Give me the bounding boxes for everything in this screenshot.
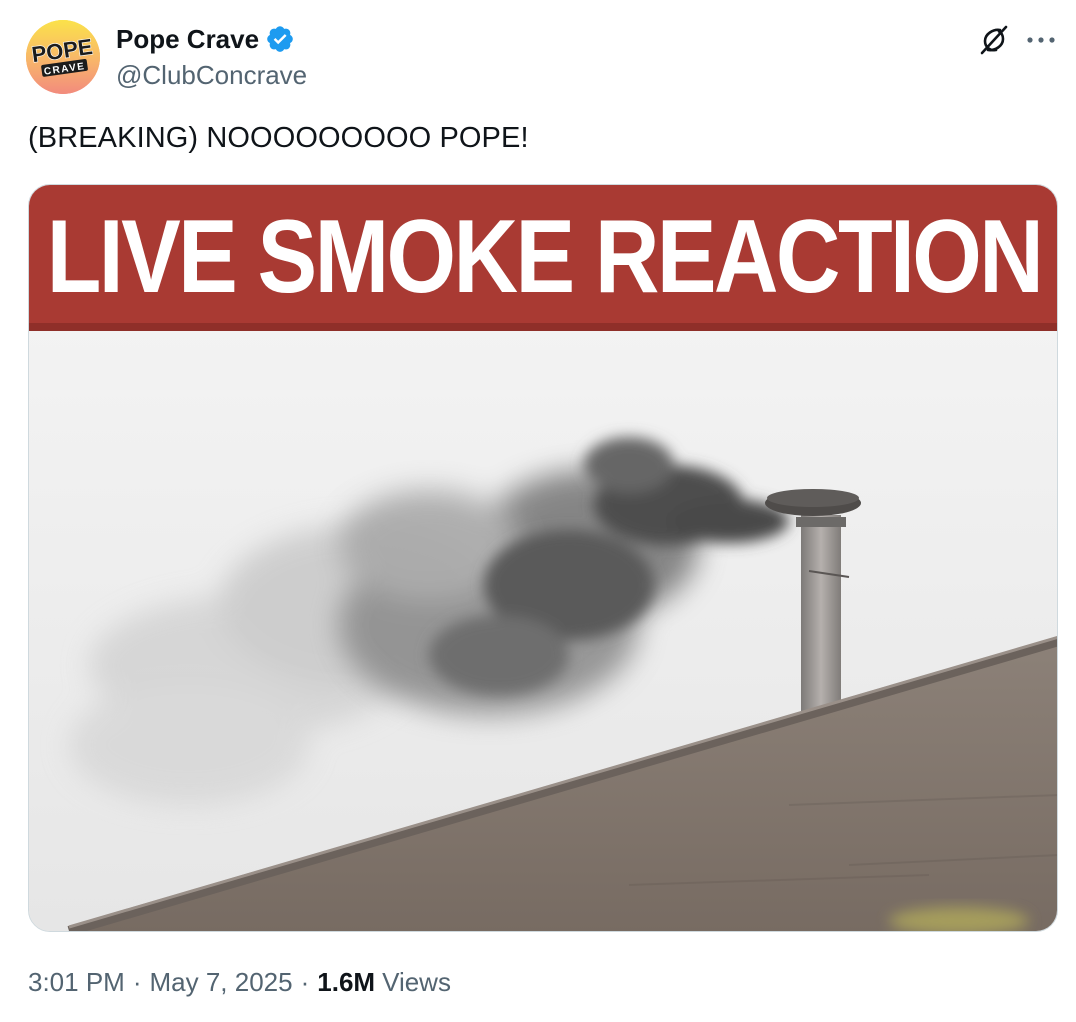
grok-icon[interactable] bbox=[978, 24, 1010, 56]
media-banner-text: LIVE SMOKE REACTION bbox=[46, 198, 1044, 315]
views-count: 1.6M bbox=[317, 966, 376, 997]
handle[interactable]: @ClubConcrave bbox=[116, 60, 307, 91]
tweet-text: (BREAKING) NOOOOOOOOO POPE! bbox=[28, 122, 529, 154]
meta-separator: · bbox=[300, 966, 310, 997]
tweet-meta: 3:01 PM · May 7, 2025 · 1.6M Views bbox=[28, 964, 451, 1000]
verified-badge-icon[interactable] bbox=[265, 24, 295, 54]
display-name-row: Pope Crave bbox=[116, 22, 307, 56]
tweet-time[interactable]: 3:01 PM bbox=[28, 967, 125, 998]
author-info: Pope Crave @ClubConcrave bbox=[116, 22, 307, 91]
avatar[interactable]: POPE CRAVE bbox=[26, 20, 100, 94]
views-label: Views bbox=[382, 966, 451, 997]
tweet-media-image[interactable]: LIVE SMOKE REACTION bbox=[28, 184, 1058, 932]
meta-separator: · bbox=[132, 966, 142, 997]
tweet-date[interactable]: May 7, 2025 bbox=[150, 967, 293, 998]
display-name[interactable]: Pope Crave bbox=[116, 24, 259, 55]
tweet: POPE CRAVE Pope Crave @ClubConcrave (BRE… bbox=[0, 0, 1076, 1022]
pope-crave-logo: POPE CRAVE bbox=[26, 20, 100, 94]
more-icon[interactable] bbox=[1024, 30, 1058, 50]
